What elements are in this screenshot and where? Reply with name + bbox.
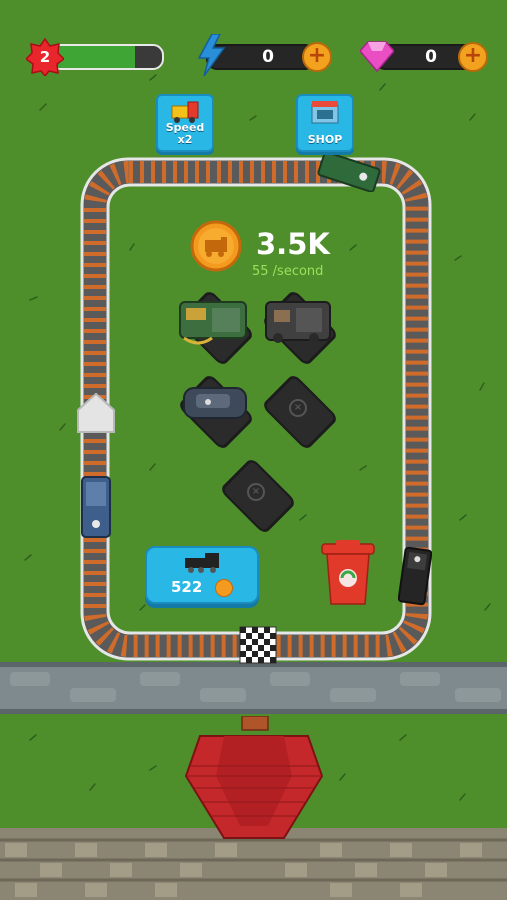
coin-icon [215,579,233,597]
buy-train-button[interactable]: 522 [145,546,259,604]
empty-slot-marker: × [289,399,307,417]
lightning-icon [197,34,226,76]
level-progress-fill [52,46,135,68]
buy-price: 522 [171,578,203,596]
shop-label: SHOP [307,133,343,146]
coins-per-second: 55 /second [252,264,324,279]
level-progress-bar [50,44,164,70]
total-coins: 3.5K [256,227,330,261]
energy-plus-button[interactable]: + [302,42,332,72]
train-blue-on-track[interactable] [79,474,113,540]
slot-train-gray[interactable] [176,378,252,434]
recycle-bin-icon[interactable] [320,540,376,606]
gems-plus-button[interactable]: + [458,42,488,72]
gems-value: 0 [425,47,437,67]
energy-value: 0 [262,47,274,67]
empty-slot-marker: × [247,483,265,501]
speed-x2-button[interactable]: Speed x2 [156,94,214,152]
slot-train-dark[interactable] [258,292,338,354]
train-green-on-track[interactable] [314,152,384,192]
diamond-icon [360,41,394,72]
shop-icon [311,101,339,124]
slot-train-green[interactable] [172,292,254,354]
level-number: 2 [39,48,51,66]
station-house [184,716,324,839]
speed-x2-label: Speed x2 [165,121,205,146]
shop-button[interactable]: SHOP [296,94,354,152]
train-black-on-track[interactable] [398,545,432,607]
locomotive-icon [185,553,219,573]
train-coin-icon [190,220,242,272]
